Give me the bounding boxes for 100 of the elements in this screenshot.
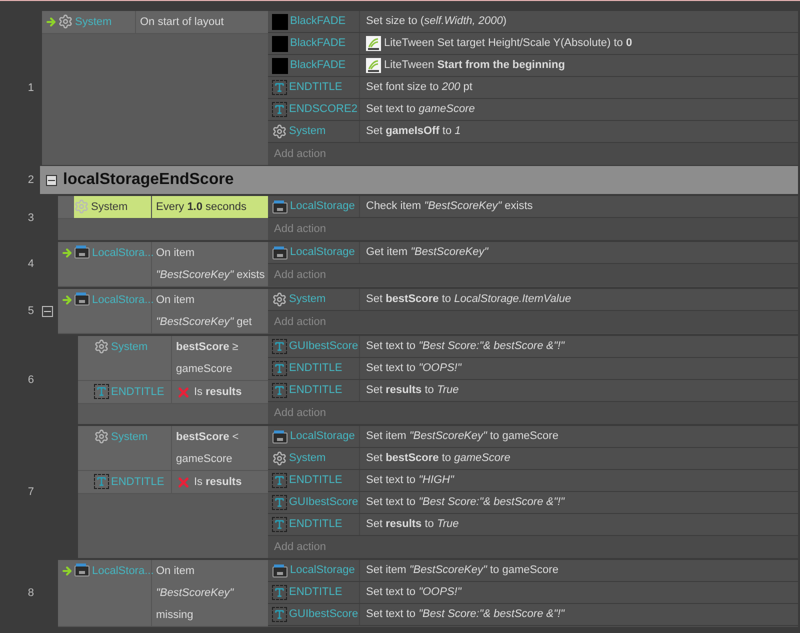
sprite-thumbnail <box>272 58 288 74</box>
action-row[interactable]: ENDTITLE Set results to True <box>268 514 798 536</box>
action-object: ENDSCORE2 <box>289 102 358 118</box>
action-object: BlackFADE <box>290 14 346 30</box>
action-object: LocalStorage <box>290 563 355 578</box>
condition-object: System <box>111 340 148 355</box>
condition-object: System <box>75 15 112 30</box>
action-object: BlackFADE <box>290 58 346 74</box>
action-row[interactable]: System Set bestScore to gameScore <box>268 448 798 470</box>
action-text: Get item "BestScoreKey" <box>366 245 488 260</box>
action-row[interactable]: LocalStorage Get item "BestScoreKey" <box>268 242 798 264</box>
action-text: Set bestScore to gameScore <box>366 451 510 466</box>
action-text: Set results to True <box>366 383 459 398</box>
text-object-icon <box>272 607 287 622</box>
condition-object: System <box>91 200 128 215</box>
cabinet-icon <box>74 292 90 306</box>
action-row[interactable]: ENDTITLE Set text to "OOPS!" <box>268 358 798 380</box>
action-row[interactable]: LocalStorage Set item "BestScoreKey" to gameScore <box>268 560 798 582</box>
line-number: 7 <box>28 484 34 500</box>
text-object-icon <box>272 80 287 95</box>
text-object-icon <box>272 517 287 532</box>
action-object: System <box>289 451 326 466</box>
condition-text: Is results <box>194 385 242 400</box>
action-object: GUIbestScore <box>289 495 358 510</box>
condition-row[interactable]: System Every 1.0 seconds <box>58 196 268 219</box>
cabinet-icon <box>272 246 288 260</box>
action-row[interactable]: ENDTITLE Set text to "HIGH" <box>268 470 798 492</box>
action-text: LiteTween Start from the beginning <box>384 58 565 74</box>
condition-object: System <box>111 430 148 445</box>
condition-text: On item "BestScoreKey" missing <box>156 564 235 623</box>
condition-row[interactable]: LocalStora... On item "BestScoreKey" exists <box>58 242 268 287</box>
trigger-arrow-icon <box>61 294 73 306</box>
action-row[interactable]: System Set gameIsOff to 1 <box>268 121 798 143</box>
gear-icon <box>272 124 287 139</box>
line-number: 1 <box>28 80 34 96</box>
action-object: System <box>289 292 326 308</box>
action-row[interactable]: BlackFADE LiteTween Start from the beginning <box>268 55 798 77</box>
condition-object: LocalStora... <box>92 564 154 579</box>
line-number: 8 <box>28 586 34 602</box>
action-object: LocalStorage <box>290 429 355 444</box>
action-text: Set gameIsOff to 1 <box>366 124 461 140</box>
action-object: GUIbestScore <box>289 339 358 354</box>
text-object-icon <box>94 384 109 399</box>
trigger-arrow-icon <box>61 565 73 577</box>
action-text: LiteTween Set target Height/Scale Y(Absolute) to 0 <box>384 36 632 52</box>
action-row[interactable]: BlackFADE Set size to (self.Width, 2000) <box>268 11 798 33</box>
action-object: ENDTITLE <box>289 361 342 376</box>
condition-row[interactable]: System On start of layout <box>42 11 268 34</box>
action-text: Set font size to 200 pt <box>366 80 472 96</box>
action-row[interactable]: System Set bestScore to LocalStorage.ItemValue <box>268 289 798 311</box>
action-text: Check item "BestScoreKey" exists <box>366 199 533 214</box>
text-object-icon <box>272 383 287 398</box>
action-text: Set text to "Best Score:"& bestScore &"!" <box>366 607 564 622</box>
cabinet-icon <box>74 563 90 577</box>
condition-row[interactable]: ENDTITLE Is results <box>78 381 268 404</box>
action-object: LocalStorage <box>290 199 355 214</box>
action-row[interactable]: ENDTITLE Set results to True <box>268 380 798 402</box>
cabinet-icon <box>272 564 288 578</box>
text-object-icon <box>272 339 287 354</box>
action-text: Set text to gameScore <box>366 102 475 118</box>
action-text: Set text to "Best Score:"& bestScore &"!" <box>366 339 564 354</box>
trigger-arrow-icon <box>45 16 57 28</box>
action-row[interactable]: GUIbestScore Set text to "Best Score:"& bestScore &"!" <box>268 492 798 514</box>
action-text: Set item "BestScoreKey" to gameScore <box>366 563 558 578</box>
condition-row[interactable]: ENDTITLE Is results <box>78 471 268 494</box>
text-object-icon <box>272 102 287 117</box>
line-number: 6 <box>28 372 34 388</box>
gear-icon <box>58 14 73 29</box>
action-object: LocalStorage <box>290 245 355 260</box>
action-object: System <box>289 124 326 140</box>
action-text: Set text to "Best Score:"& bestScore &"!" <box>366 495 564 510</box>
action-text: Set text to "OOPS!" <box>366 585 462 600</box>
action-row[interactable]: ENDTITLE Set text to "OOPS!" <box>268 582 798 604</box>
action-row[interactable]: GUIbestScore Set text to "Best Score:"& bestScore &"!" <box>268 604 798 626</box>
condition-object: LocalStora... <box>92 246 154 261</box>
action-object: GUIbestScore <box>289 607 358 622</box>
action-object: ENDTITLE <box>289 473 342 488</box>
action-row[interactable]: ENDSCORE2 Set text to gameScore <box>268 99 798 121</box>
condition-object: ENDTITLE <box>111 475 164 490</box>
line-number: 2 <box>28 172 34 188</box>
group-title: localStorageEndScore <box>63 170 234 190</box>
condition-text: Is results <box>194 475 242 490</box>
condition-row[interactable]: LocalStora... On item "BestScoreKey" missing <box>58 560 268 627</box>
action-text: Set size to (self.Width, 2000) <box>366 14 507 30</box>
action-object: BlackFADE <box>290 36 346 52</box>
group-header[interactable]: localStorageEndScore <box>40 166 798 194</box>
text-object-icon <box>94 474 109 489</box>
action-row[interactable]: LocalStorage Set item "BestScoreKey" to gameScore <box>268 426 798 448</box>
collapse-icon[interactable] <box>46 174 57 186</box>
action-text: Set bestScore to LocalStorage.ItemValue <box>366 292 572 308</box>
tween-icon <box>366 36 381 51</box>
gear-icon <box>94 339 109 354</box>
action-row[interactable]: GUIbestScore Set text to "Best Score:"& bestScore &"!" <box>268 336 798 358</box>
action-row[interactable]: LocalStorage Check item "BestScoreKey" exists <box>268 196 798 218</box>
text-object-icon <box>272 495 287 510</box>
gear-icon <box>272 451 287 466</box>
action-row[interactable]: ENDTITLE Set font size to 200 pt <box>268 77 798 99</box>
action-text: Set item "BestScoreKey" to gameScore <box>366 429 558 444</box>
collapse-icon[interactable] <box>42 306 53 317</box>
action-row[interactable]: BlackFADE LiteTween Set target Height/Scale Y(Absolute) to 0 <box>268 33 798 55</box>
